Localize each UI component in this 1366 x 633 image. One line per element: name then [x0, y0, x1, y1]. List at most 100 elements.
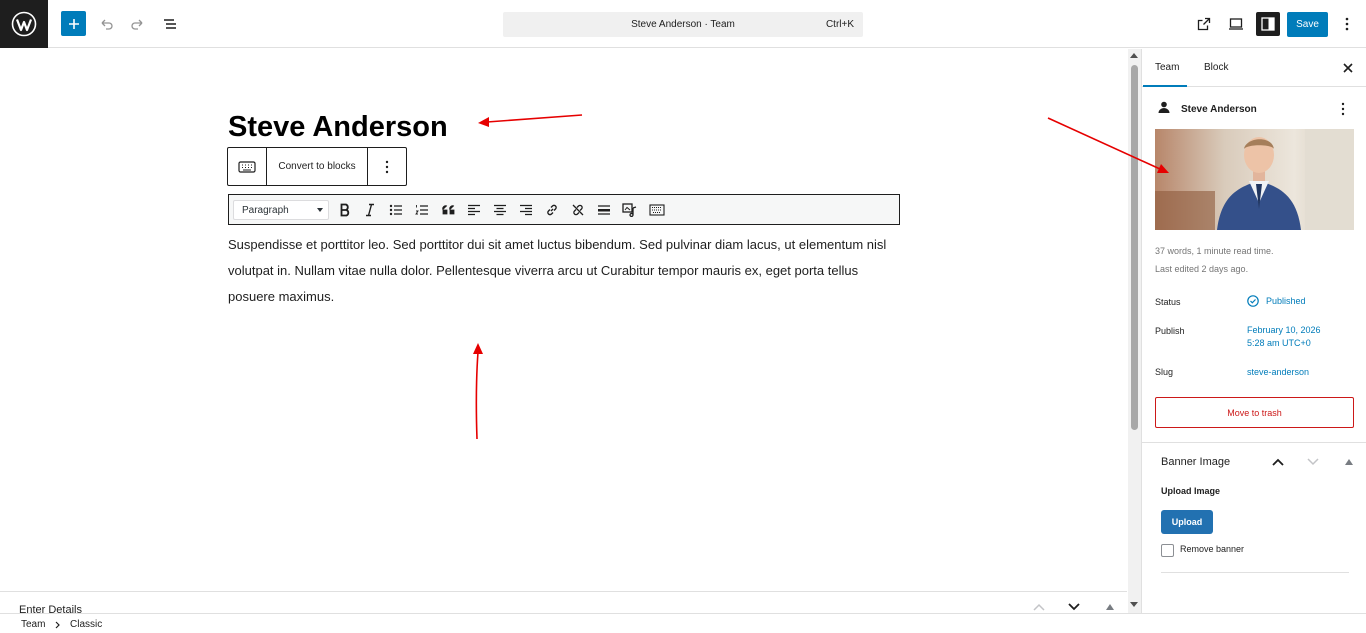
- triangle-up-icon: [1345, 459, 1353, 465]
- toolbar-toggle-button[interactable]: [648, 201, 666, 219]
- more-vertical-icon: [385, 160, 389, 173]
- banner-toggle-button[interactable]: [1341, 454, 1357, 470]
- remove-banner-checkbox[interactable]: [1161, 544, 1174, 557]
- save-button[interactable]: Save: [1287, 12, 1328, 37]
- document-overview-button[interactable]: [159, 13, 181, 35]
- align-right-button[interactable]: [517, 201, 535, 219]
- chevron-down-icon: [1068, 603, 1080, 611]
- options-menu-button[interactable]: [1336, 13, 1358, 35]
- remove-link-button[interactable]: [569, 201, 587, 219]
- divider: [1161, 572, 1349, 573]
- slug-value-link[interactable]: steve-anderson: [1247, 366, 1309, 379]
- bulleted-list-button[interactable]: [387, 201, 405, 219]
- editor-canvas: Steve Anderson Convert to blocks Paragra…: [0, 49, 1127, 591]
- chevron-right-icon: [55, 621, 60, 629]
- redo-button[interactable]: [127, 13, 149, 35]
- command-palette-bar[interactable]: Steve Anderson · Team Ctrl+K: [503, 12, 863, 37]
- editor-scrollbar[interactable]: [1128, 49, 1141, 613]
- unlink-icon: [572, 204, 584, 216]
- block-options-button[interactable]: [368, 148, 406, 185]
- bold-button[interactable]: [336, 201, 354, 219]
- insert-link-button[interactable]: [543, 201, 561, 219]
- featured-image-photo: [1155, 129, 1354, 230]
- user-icon: [1158, 101, 1170, 113]
- publish-time: 5:28 am UTC+0: [1247, 338, 1311, 348]
- banner-move-up-button[interactable]: [1270, 454, 1286, 470]
- toggle-panel-button[interactable]: [1103, 600, 1117, 614]
- close-settings-button[interactable]: [1341, 61, 1355, 75]
- block-toolbar: Convert to blocks: [227, 147, 407, 186]
- settings-toggle-button[interactable]: [1256, 12, 1280, 36]
- format-select-value: Paragraph: [242, 205, 289, 216]
- post-title[interactable]: Steve Anderson: [228, 111, 448, 144]
- featured-image[interactable]: [1155, 129, 1354, 230]
- scroll-up-arrow-icon[interactable]: [1130, 53, 1138, 58]
- last-edited: Last edited 2 days ago.: [1155, 264, 1249, 274]
- italic-button[interactable]: [361, 201, 379, 219]
- post-actions-button[interactable]: [1341, 102, 1347, 116]
- scroll-thumb[interactable]: [1131, 65, 1138, 430]
- breadcrumb-team[interactable]: Team: [21, 619, 45, 630]
- upload-image-label: Upload Image: [1161, 486, 1221, 496]
- word-count: 37 words, 1 minute read time.: [1155, 246, 1274, 256]
- banner-move-down-button[interactable]: [1305, 454, 1321, 470]
- read-more-button[interactable]: [595, 201, 613, 219]
- banner-image-panel: Banner Image Upload Image Upload Remove …: [1142, 442, 1366, 613]
- bold-icon: [340, 203, 350, 217]
- move-up-button[interactable]: [1032, 600, 1046, 614]
- banner-panel-title: Banner Image: [1161, 456, 1231, 468]
- align-left-button[interactable]: [465, 201, 483, 219]
- list-view-icon: [164, 19, 176, 29]
- align-left-icon: [468, 204, 480, 216]
- wordpress-logo[interactable]: [0, 0, 48, 48]
- tab-team[interactable]: Team: [1143, 49, 1187, 87]
- format-select[interactable]: Paragraph: [233, 200, 329, 220]
- keyboard-icon: [649, 204, 665, 216]
- slug-label: Slug: [1155, 367, 1174, 377]
- status-label: Status: [1155, 297, 1181, 307]
- publish-date-button[interactable]: February 10, 2026 5:28 am UTC+0: [1247, 324, 1321, 350]
- desktop-icon: [1229, 18, 1243, 30]
- blockquote-button[interactable]: [440, 201, 458, 219]
- align-right-icon: [520, 204, 532, 216]
- external-link-icon: [1197, 17, 1211, 31]
- move-down-button[interactable]: [1067, 600, 1081, 614]
- more-vertical-icon: [1345, 17, 1349, 31]
- numbered-list-icon: [415, 205, 428, 215]
- redo-icon: [131, 19, 143, 30]
- bullet-list-icon: [389, 204, 402, 216]
- convert-to-blocks-button[interactable]: Convert to blocks: [267, 148, 368, 185]
- breadcrumb-classic[interactable]: Classic: [70, 619, 102, 630]
- chevron-up-icon: [1272, 458, 1284, 466]
- align-center-button[interactable]: [491, 201, 509, 219]
- remove-banner-label[interactable]: Remove banner: [1180, 544, 1244, 554]
- publish-date: February 10, 2026: [1247, 325, 1321, 335]
- published-check-icon: [1247, 295, 1259, 307]
- block-breadcrumb: Team Classic: [0, 613, 1366, 633]
- meta-box-header: Enter Details: [0, 591, 1127, 615]
- media-icon: [622, 203, 637, 217]
- upload-button[interactable]: Upload: [1161, 510, 1213, 534]
- preview-button[interactable]: [1225, 13, 1247, 35]
- status-value: Published: [1266, 296, 1306, 306]
- numbered-list-button[interactable]: [413, 201, 431, 219]
- move-to-trash-button[interactable]: Move to trash: [1155, 397, 1354, 428]
- sidebar-tabs: Team Block: [1142, 49, 1366, 87]
- classic-editor-toolbar: Paragraph: [228, 194, 900, 225]
- classic-block-switcher[interactable]: [228, 148, 267, 185]
- view-post-button[interactable]: [1193, 13, 1215, 35]
- italic-icon: [366, 203, 374, 217]
- undo-button[interactable]: [95, 13, 117, 35]
- post-content-paragraph[interactable]: Suspendisse et porttitor leo. Sed portti…: [228, 232, 908, 310]
- triangle-up-icon: [1106, 604, 1114, 610]
- close-icon: [1343, 63, 1353, 73]
- tab-block[interactable]: Block: [1204, 49, 1228, 87]
- read-more-icon: [598, 205, 610, 215]
- status-value-button[interactable]: Published: [1247, 295, 1306, 307]
- add-block-button[interactable]: [61, 11, 86, 36]
- post-card-title: Steve Anderson: [1181, 104, 1257, 115]
- scroll-down-arrow-icon[interactable]: [1130, 602, 1138, 607]
- add-media-button[interactable]: [621, 201, 639, 219]
- settings-sidebar: Team Block Steve Anderson 37 words, 1 mi…: [1141, 49, 1366, 613]
- editor-header: Steve Anderson · Team Ctrl+K Save: [0, 0, 1366, 48]
